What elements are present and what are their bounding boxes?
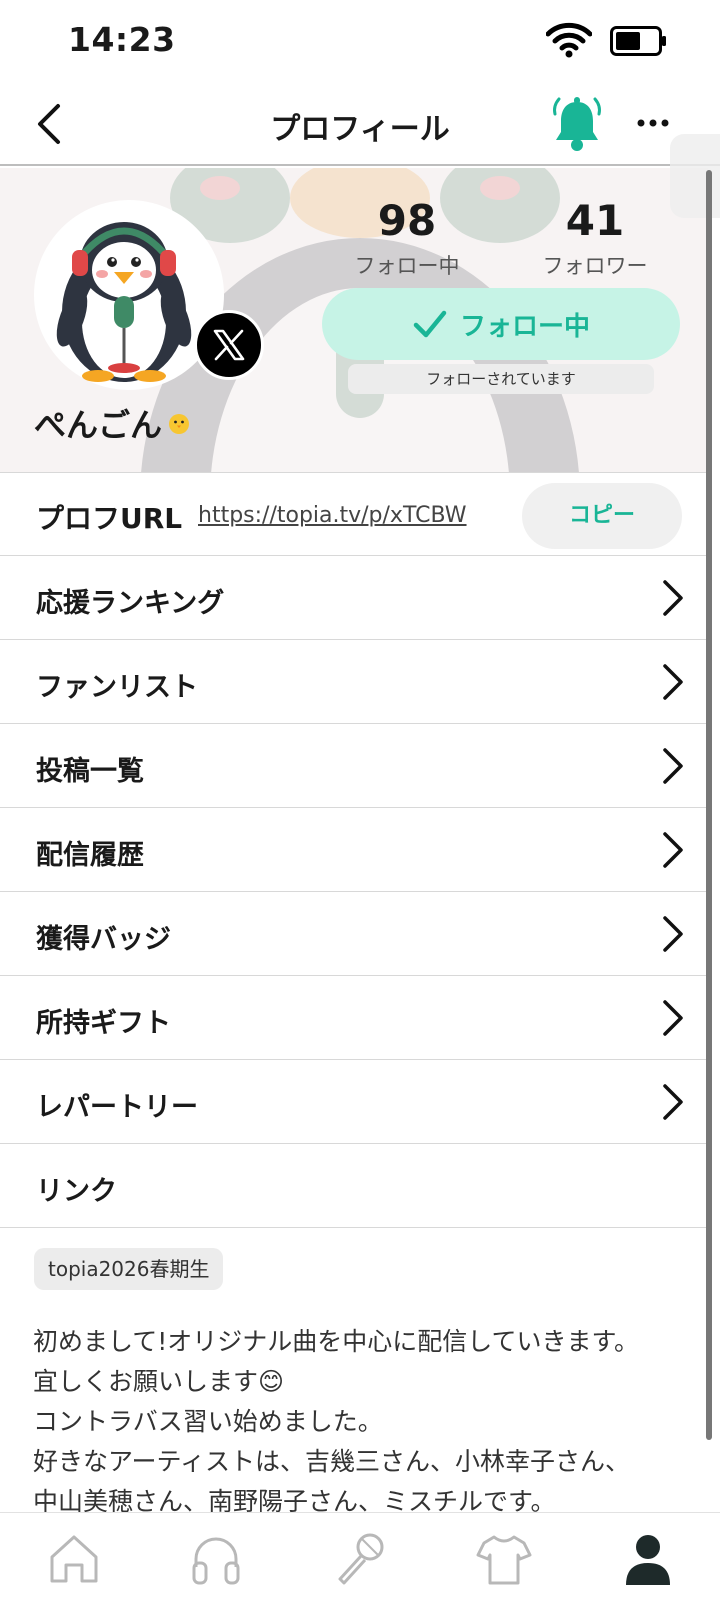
status-bar: 14:23 xyxy=(0,0,720,82)
followers-count: 41 xyxy=(565,196,625,245)
penguin-avatar-image xyxy=(56,222,192,382)
person-icon[interactable] xyxy=(618,1529,678,1589)
tag-chip[interactable]: topia2026春期生 xyxy=(34,1248,224,1290)
menu-item-label: 獲得バッジ xyxy=(36,924,171,955)
menu-item-label: 応援ランキング xyxy=(36,588,225,619)
menu-item-label: 投稿一覧 xyxy=(36,756,144,787)
bio-line: 中山美穂さん、南野陽子さん、ミスチルです。 xyxy=(33,1487,556,1512)
prof-url-label: プロフURL xyxy=(36,502,183,535)
menu-item-posts[interactable]: 投稿一覧 xyxy=(0,724,708,808)
follow-button-label: フォロー中 xyxy=(459,311,590,342)
menu-item-repertoire[interactable]: レパートリー xyxy=(0,1060,708,1144)
followers-stat[interactable]: 41 フォロワー xyxy=(540,198,650,280)
prof-url-link[interactable]: https://topia.tv/p/xTCBW xyxy=(198,503,467,528)
menu-item-label: 配信履歴 xyxy=(36,840,144,871)
headphones-icon[interactable] xyxy=(186,1529,246,1589)
wifi-icon xyxy=(546,22,592,58)
nav-bar: プロフィール xyxy=(0,82,720,166)
followed-by-badge: フォローされています xyxy=(348,364,654,394)
followers-label: フォロワー xyxy=(542,254,648,278)
bio-line: 初めまして!オリジナル曲を中心に配信していきます。 xyxy=(33,1327,640,1356)
menu-item-stream-history[interactable]: 配信履歴 xyxy=(0,808,708,892)
menu-item-badges[interactable]: 獲得バッジ xyxy=(0,892,708,976)
home-icon[interactable] xyxy=(44,1529,104,1589)
menu-item-label: ファンリスト xyxy=(36,672,198,703)
x-logo-icon[interactable] xyxy=(194,310,264,380)
scrollbar[interactable] xyxy=(706,170,712,1440)
username: ぺんごん xyxy=(34,400,192,446)
chevron-right-icon xyxy=(663,1084,683,1120)
prof-url-row: プロフURL https://topia.tv/p/xTCBW コピー xyxy=(0,472,708,556)
edge-panel-handle[interactable] xyxy=(670,134,720,218)
bell-ringing-icon[interactable] xyxy=(550,94,604,154)
chevron-right-icon xyxy=(663,1000,683,1036)
avatar[interactable] xyxy=(34,200,224,390)
profile-header: ぺんごん 98 フォロー中 41 フォロワー フォロー中 フォローされています xyxy=(0,168,708,472)
battery-icon xyxy=(610,26,666,56)
bio-text: 初めまして!オリジナル曲を中心に配信していきます。 宜しくお願いします😊 コント… xyxy=(33,1322,693,1512)
chevron-right-icon xyxy=(663,832,683,868)
menu-item-gifts[interactable]: 所持ギフト xyxy=(0,976,708,1060)
following-count: 98 xyxy=(377,196,437,245)
more-icon[interactable] xyxy=(636,116,670,130)
check-icon xyxy=(413,310,447,338)
username-text: ぺんごん xyxy=(34,406,163,444)
bottom-tab-bar xyxy=(0,1512,720,1604)
menu-item-fan-list[interactable]: ファンリスト xyxy=(0,640,708,724)
following-toggle-button[interactable]: フォロー中 xyxy=(322,288,680,360)
tshirt-icon[interactable] xyxy=(474,1529,534,1589)
chevron-right-icon xyxy=(663,748,683,784)
menu-item-label: レパートリー xyxy=(36,1092,198,1123)
menu-item-label: リンク xyxy=(36,1176,117,1207)
chevron-right-icon xyxy=(663,916,683,952)
following-stat[interactable]: 98 フォロー中 xyxy=(348,198,466,280)
status-time: 14:23 xyxy=(68,20,176,59)
page-title: プロフィール xyxy=(270,112,450,147)
menu-item-support-ranking[interactable]: 応援ランキング xyxy=(0,556,708,640)
chick-emoji-icon xyxy=(169,414,190,434)
menu-item-label: 所持ギフト xyxy=(36,1008,171,1039)
bio-line: 宜しくお願いします😊 xyxy=(33,1367,285,1396)
bio-line: 好きなアーティストは、吉幾三さん、小林幸子さん、 xyxy=(33,1447,631,1476)
copy-button[interactable]: コピー xyxy=(522,483,682,549)
microphone-icon[interactable] xyxy=(330,1529,390,1589)
chevron-right-icon xyxy=(663,580,683,616)
bio-line: コントラバス習い始めました。 xyxy=(33,1407,383,1436)
following-label: フォロー中 xyxy=(354,254,460,278)
menu-item-links: リンク xyxy=(0,1144,708,1228)
chevron-right-icon xyxy=(663,664,683,700)
profile-menu-list: 応援ランキング ファンリスト 投稿一覧 配信履歴 獲得バッジ 所持ギフト レパー… xyxy=(0,556,708,1228)
